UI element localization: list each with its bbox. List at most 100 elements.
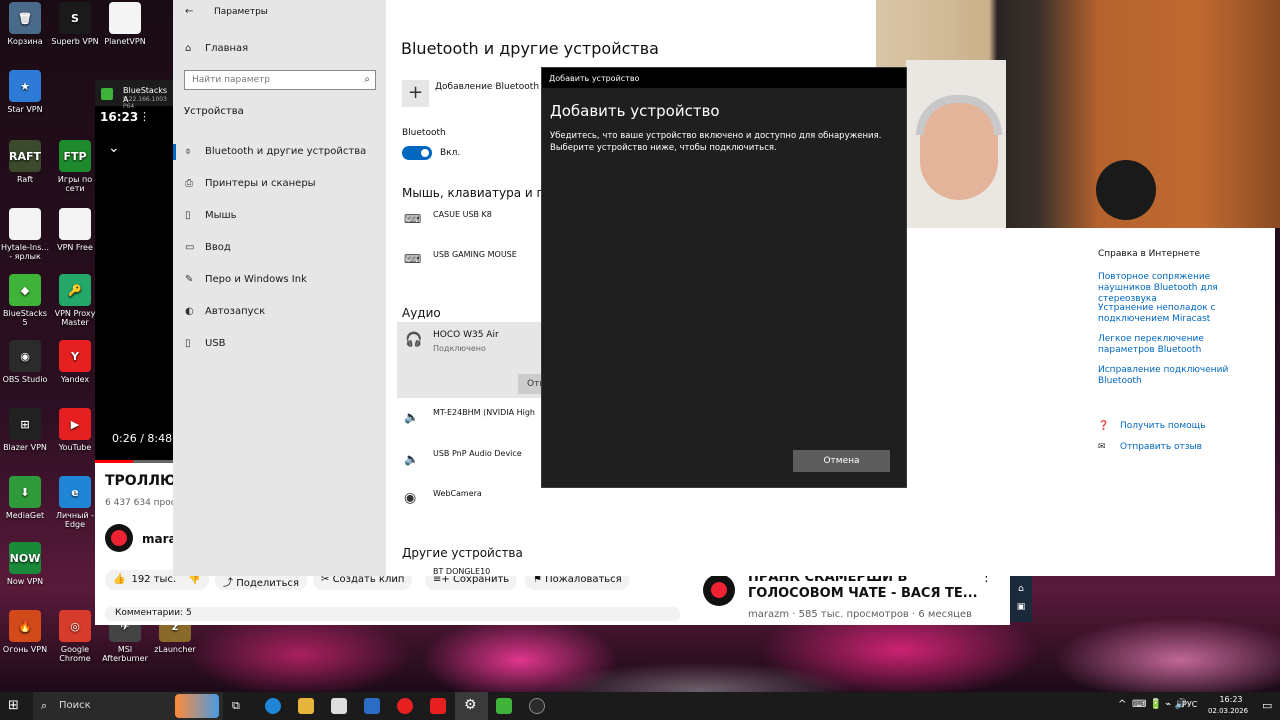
add-device-plus-icon[interactable]: + xyxy=(402,80,429,107)
video-progress-bar[interactable] xyxy=(95,460,173,463)
back-arrow-icon[interactable]: ← xyxy=(185,6,193,17)
clock-date[interactable]: 02.03.2026 xyxy=(1202,707,1254,715)
help-link[interactable]: Легкое переключение параметров Bluetooth xyxy=(1098,334,1258,356)
rec-title-line-2[interactable]: ГОЛОСОВОМ ЧАТЕ - ВАСЯ ТЕ... xyxy=(748,586,978,602)
stop-icon[interactable]: ▣ xyxy=(1010,594,1032,612)
edge-icon[interactable] xyxy=(265,698,281,714)
desktop-icon[interactable]: S Superb VPN xyxy=(50,2,100,46)
desktop-icon-label: YouTube xyxy=(58,443,92,452)
desktop-icon[interactable]: FTP Игры по сети xyxy=(50,140,100,193)
desktop-icon[interactable]: 🗑 Корзина xyxy=(0,2,50,46)
clock-time[interactable]: 16:23 xyxy=(1214,695,1248,704)
desktop-icon-label: Огонь VPN xyxy=(2,645,48,654)
desktop-icon[interactable]: RAFT Raft xyxy=(0,140,50,184)
desktop-icon[interactable]: ◆ BlueStacks 5 xyxy=(0,274,50,327)
desktop-icon-label: VPN Free xyxy=(57,243,93,252)
comments-panel[interactable]: Комментарии: 5 xyxy=(105,607,680,621)
get-help-link[interactable]: Получить помощь xyxy=(1120,421,1205,432)
usb-icon: ▯ xyxy=(185,338,191,349)
nav-mouse[interactable]: ▯ Мышь xyxy=(185,210,237,221)
dialog-description: Убедитесь, что ваше устройство включено … xyxy=(550,131,882,153)
rec-meta: marazm · 585 тыс. просмотров · 6 месяцев xyxy=(748,609,972,620)
search-input[interactable]: Найти параметр ⌕ xyxy=(184,70,376,90)
desktop-icon-label: Now VPN xyxy=(6,577,44,586)
nav-home[interactable]: ⌂ Главная xyxy=(185,43,248,54)
tray-icons[interactable]: ⌨ 🔋 ⌁ 🔊 xyxy=(1132,699,1187,710)
bluestacks-bar[interactable]: BlueStacks A 5.22.166.1003 P64 xyxy=(95,80,175,110)
bluestacks-taskbar-icon[interactable] xyxy=(496,698,512,714)
desktop-icon[interactable]: NOW Now VPN xyxy=(0,542,50,586)
nav-printer[interactable]: ⎙ Принтеры и сканеры xyxy=(185,178,316,189)
windows-start-icon[interactable]: ⊞ xyxy=(8,698,19,713)
file-explorer-icon[interactable] xyxy=(298,698,314,714)
desktop-icon[interactable]: 🔥 Огонь VPN xyxy=(0,610,50,654)
app-icon xyxy=(9,208,41,240)
app-icon: ◎ xyxy=(59,610,91,642)
search-icon: ⌕ xyxy=(364,74,370,85)
device-usb-audio[interactable]: USB PnP Audio Device xyxy=(433,449,522,458)
desktop-icon[interactable]: ★ Star VPN xyxy=(0,70,50,114)
help-link[interactable]: Устранение неполадок с подключением Mira… xyxy=(1098,303,1258,325)
home-icon[interactable]: ⌂ xyxy=(1010,576,1032,594)
video-player[interactable] xyxy=(95,80,175,460)
bluestacks-icon xyxy=(101,88,113,100)
cancel-button[interactable]: Отмена xyxy=(793,450,890,472)
desktop-icon[interactable]: VPN Free xyxy=(50,208,100,252)
webcam-feed xyxy=(876,0,1280,228)
language-indicator[interactable]: РУС xyxy=(1182,700,1197,709)
audio-device-name: HOCO W35 Air xyxy=(433,330,499,340)
settings-taskbar-item[interactable]: ⚙ xyxy=(455,692,488,720)
desktop-icon-label: MSI Afterburner xyxy=(102,645,148,663)
desktop-icon[interactable]: 🔑 VPN Proxy Master xyxy=(50,274,100,327)
desktop-icon[interactable]: Hytale-Ins... - ярлык xyxy=(0,208,50,261)
help-link[interactable]: Исправление подключений Bluetooth xyxy=(1098,365,1258,387)
device-monitor[interactable]: MT-E24BHM (NVIDIA High xyxy=(433,408,535,417)
desktop-icon[interactable]: e Личный - Edge xyxy=(50,476,100,529)
desktop-icon[interactable]: ◉ OBS Studio xyxy=(0,340,50,384)
obs-taskbar-icon[interactable] xyxy=(529,698,545,714)
nav-usb[interactable]: ▯ USB xyxy=(185,338,226,349)
desktop-icon-label: Raft xyxy=(16,175,34,184)
chevron-down-icon[interactable]: ⌄ xyxy=(108,140,120,156)
nav-keyboard[interactable]: ▭ Ввод xyxy=(185,242,231,253)
taskbar-search[interactable]: ⌕ Поиск xyxy=(33,692,223,720)
device-mouse[interactable]: USB GAMING MOUSE xyxy=(433,250,517,259)
task-view-icon[interactable]: ⧉ xyxy=(232,699,240,713)
channel-avatar[interactable] xyxy=(105,524,133,552)
feedback-link[interactable]: Отправить отзыв xyxy=(1120,442,1202,453)
desktop-icon[interactable]: PlanetVPN xyxy=(100,2,150,46)
bluetooth-toggle[interactable] xyxy=(402,146,432,160)
tray-chevron-icon[interactable]: ^ xyxy=(1118,699,1126,710)
audio-device-status: Подключено xyxy=(433,344,486,353)
device-dongle[interactable]: BT DONGLE10 xyxy=(433,568,490,576)
yandex-icon[interactable] xyxy=(430,698,446,714)
nav-bluetooth[interactable]: ⌽ Bluetooth и другие устройства xyxy=(173,144,366,160)
desktop-icon[interactable]: ◎ Google Chrome xyxy=(50,610,100,663)
device-keyboard[interactable]: CASUE USB K8 xyxy=(433,210,492,219)
desktop-icon-label: MediaGet xyxy=(5,511,45,520)
remove-device-button[interactable]: Отм xyxy=(518,374,541,394)
desktop-icon[interactable]: ⊞ Blazer VPN xyxy=(0,408,50,452)
desktop-icon[interactable]: ▶ YouTube xyxy=(50,408,100,452)
store-icon[interactable] xyxy=(331,698,347,714)
desktop-icon[interactable]: ⬇ MediaGet xyxy=(0,476,50,520)
nav-pen[interactable]: ✎ Перо и Windows Ink xyxy=(185,274,307,285)
app-icon: 🗑 xyxy=(9,2,41,34)
help-title: Справка в Интернете xyxy=(1098,249,1200,259)
rec-avatar[interactable] xyxy=(703,574,735,606)
desktop-icon-label: Blazer VPN xyxy=(3,443,47,452)
desktop-icon-label: Star VPN xyxy=(7,105,43,114)
bluetooth-state: Вкл. xyxy=(440,148,461,158)
mail-icon[interactable] xyxy=(364,698,380,714)
app-icon: Y xyxy=(59,340,91,372)
audio-device-selected[interactable]: 🎧 HOCO W35 Air Подключено Отм xyxy=(397,322,541,398)
help-link[interactable]: Повторное сопряжение наушников Bluetooth… xyxy=(1098,272,1258,305)
desktop-icon-label: VPN Proxy Master xyxy=(54,309,96,327)
yandex-browser-icon[interactable] xyxy=(397,698,413,714)
notification-icon[interactable]: ▭ xyxy=(1262,699,1272,712)
desktop-icon[interactable]: Y Yandex xyxy=(50,340,100,384)
add-device-button[interactable]: Добавление Bluetooth и xyxy=(435,82,548,92)
more-icon[interactable]: ⋮ xyxy=(139,110,150,123)
nav-autoplay[interactable]: ◐ Автозапуск xyxy=(185,306,265,317)
device-webcam[interactable]: WebCamera xyxy=(433,489,482,498)
